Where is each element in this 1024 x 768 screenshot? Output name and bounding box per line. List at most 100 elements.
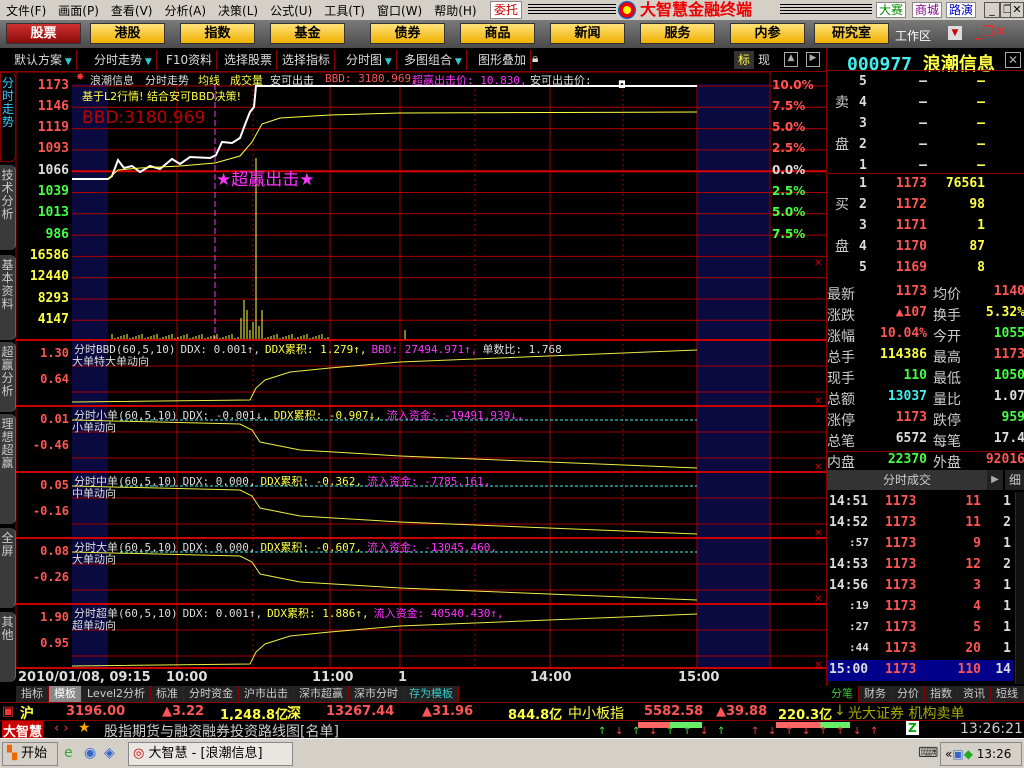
outlook-icon[interactable]: ◈ — [104, 745, 115, 761]
expand-panel-icon[interactable]: ▶ — [806, 52, 820, 67]
dropdown-arrow-icon[interactable]: ▼ — [452, 57, 462, 67]
index-menu-icon[interactable]: ▣ — [2, 704, 14, 719]
left-tab[interactable]: 超赢分析 — [0, 342, 16, 412]
dropdown-arrow-icon[interactable]: ▼ — [382, 57, 392, 67]
collapse-icon[interactable]: ▲ — [784, 52, 798, 67]
detail-button[interactable]: 细 — [1005, 470, 1024, 490]
bottom-tab[interactable]: 深市超赢 — [294, 686, 350, 702]
menu-item[interactable]: 画面(P) — [52, 2, 105, 19]
panel-window-controls[interactable]: _❐✕ — [975, 24, 1006, 40]
bottom-tab[interactable]: 指标 — [16, 686, 49, 702]
bottom-tab[interactable]: Level2分析 — [82, 686, 152, 702]
ie-icon[interactable]: e — [64, 745, 73, 761]
nav-tab[interactable]: 港股 — [90, 23, 165, 44]
right-tab[interactable]: 财务 — [859, 686, 892, 702]
lock-icon[interactable]: 🔒︎ — [532, 51, 538, 66]
nav-tab[interactable]: 商品 — [460, 23, 535, 44]
start-button[interactable]: ▚ 开始 — [2, 742, 58, 766]
network-icon[interactable]: ▣ — [952, 747, 963, 761]
bottom-tab[interactable]: 存为模板 — [404, 686, 460, 702]
left-tab[interactable]: 全屏 — [0, 528, 16, 608]
shield-icon[interactable]: ◆ — [964, 747, 973, 761]
toolbar-button[interactable]: 分时走势 ▼ — [90, 50, 157, 70]
right-tab[interactable]: 分笔 — [826, 686, 859, 702]
minimize-icon[interactable]: _ — [984, 2, 1000, 18]
bottom-tab[interactable]: 深市分时 — [349, 686, 405, 702]
menu-item[interactable]: 查看(V) — [105, 2, 159, 19]
bottom-tab[interactable]: 分时资金 — [184, 686, 240, 702]
toolbar-now-button[interactable]: 现 — [758, 51, 770, 68]
close-icon[interactable]: ✕ — [1010, 2, 1024, 18]
close-icon[interactable]: ✕ — [814, 462, 822, 473]
toolbar-button[interactable]: 图形叠加 — [474, 50, 532, 70]
close-icon[interactable]: ✕ — [814, 258, 822, 269]
link-contest[interactable]: 大赛 — [876, 2, 907, 18]
nav-tab[interactable]: 内参 — [730, 23, 805, 44]
toolbar-button[interactable]: 分时图 ▼ — [342, 50, 397, 70]
close-icon[interactable]: ✕ — [814, 660, 822, 671]
nav-tab[interactable]: 研究室 — [814, 23, 889, 44]
browser-icon[interactable]: ◉ — [84, 745, 96, 761]
menu-item[interactable]: 公式(U) — [264, 2, 318, 19]
close-icon[interactable]: ✕ — [814, 528, 822, 539]
close-icon[interactable]: ✕ — [814, 594, 822, 605]
left-tab[interactable]: 其他 — [0, 612, 16, 682]
tray-expand-icon[interactable]: « — [941, 747, 952, 761]
menu-item[interactable]: 决策(L) — [212, 2, 264, 19]
level-number: 1 — [859, 158, 867, 173]
intraday-chart[interactable] — [0, 72, 826, 686]
bottom-tab[interactable]: 标准 — [151, 686, 185, 702]
tick-time: :57 — [849, 536, 869, 549]
workspace-dropdown-icon[interactable]: ▼ — [948, 26, 962, 40]
bottom-tab[interactable]: 模板 — [49, 686, 82, 702]
menu-item[interactable]: 帮助(H) — [428, 2, 482, 19]
left-tab[interactable]: 分时走势 — [0, 72, 16, 162]
right-tab[interactable]: 指数 — [925, 686, 958, 702]
level-number: 4 — [859, 95, 867, 110]
windows-logo-icon: ▚ — [7, 746, 17, 761]
dropdown-arrow-icon[interactable]: ▼ — [142, 57, 152, 67]
up-arrow-icon: ↑ — [632, 726, 641, 737]
nav-tab[interactable]: 股票 — [6, 23, 81, 44]
menu-item[interactable]: 分析(A) — [158, 2, 212, 19]
toolbar-button[interactable]: F10资料 — [162, 50, 218, 70]
news-prev-next-icon[interactable]: ‹ › — [54, 721, 69, 736]
quote-value: 22370 — [887, 452, 927, 467]
left-tab[interactable]: 技术分析 — [0, 165, 16, 250]
toolbar-button[interactable]: 多图组合 ▼ — [400, 50, 467, 70]
dropdown-arrow-icon[interactable]: ▼ — [62, 57, 72, 67]
bottom-tab[interactable]: 沪市出击 — [239, 686, 295, 702]
tick-scrollbar[interactable] — [1015, 492, 1024, 684]
taskbar-window-button[interactable]: ◎ 大智慧 - [浪潮信息] — [128, 742, 293, 766]
menu-item[interactable]: 文件(F) — [0, 2, 52, 19]
nav-tab[interactable]: 债券 — [370, 23, 445, 44]
tick-count: 1 — [1003, 578, 1011, 593]
right-tab[interactable]: 分价 — [892, 686, 925, 702]
panel-value-a: DDX: -0.001↓, — [182, 409, 269, 422]
toolbar-button[interactable]: 选择指标 — [278, 50, 336, 70]
nav-tab[interactable]: 基金 — [270, 23, 345, 44]
nav-tab[interactable]: 指数 — [180, 23, 255, 44]
left-tab[interactable]: 基本资料 — [0, 255, 16, 340]
link-mall[interactable]: 商城 — [912, 2, 943, 18]
link-roadshow[interactable]: 路演 — [946, 2, 977, 18]
star-icon[interactable]: ★ — [78, 720, 91, 736]
nav-tab[interactable]: 服务 — [640, 23, 715, 44]
menu-item[interactable]: 窗口(W) — [371, 2, 428, 19]
panel-tick: 1.30 — [40, 346, 69, 360]
right-tab[interactable]: 资讯 — [958, 686, 991, 702]
toolbar-button[interactable]: 选择股票 — [220, 50, 278, 70]
menu-item[interactable]: 工具(T) — [318, 2, 371, 19]
entrust-button[interactable]: 委托 — [490, 1, 523, 19]
left-tab[interactable]: 理想超赢 — [0, 414, 16, 524]
play-icon[interactable]: ▶ — [987, 470, 1003, 490]
keyboard-icon[interactable]: ⌨ — [918, 745, 938, 761]
close-panel-icon[interactable]: ✕ — [1005, 52, 1021, 68]
toolbar-mark-button[interactable]: 标 — [734, 51, 754, 69]
tick-count: 1 — [1003, 641, 1011, 656]
nav-tab[interactable]: 新闻 — [550, 23, 625, 44]
close-icon[interactable]: ✕ — [814, 396, 822, 407]
toolbar-button[interactable]: 默认方案 ▼ — [10, 50, 77, 70]
quote-label: 外盘 — [933, 455, 961, 471]
right-tab[interactable]: 短线 — [991, 686, 1024, 702]
